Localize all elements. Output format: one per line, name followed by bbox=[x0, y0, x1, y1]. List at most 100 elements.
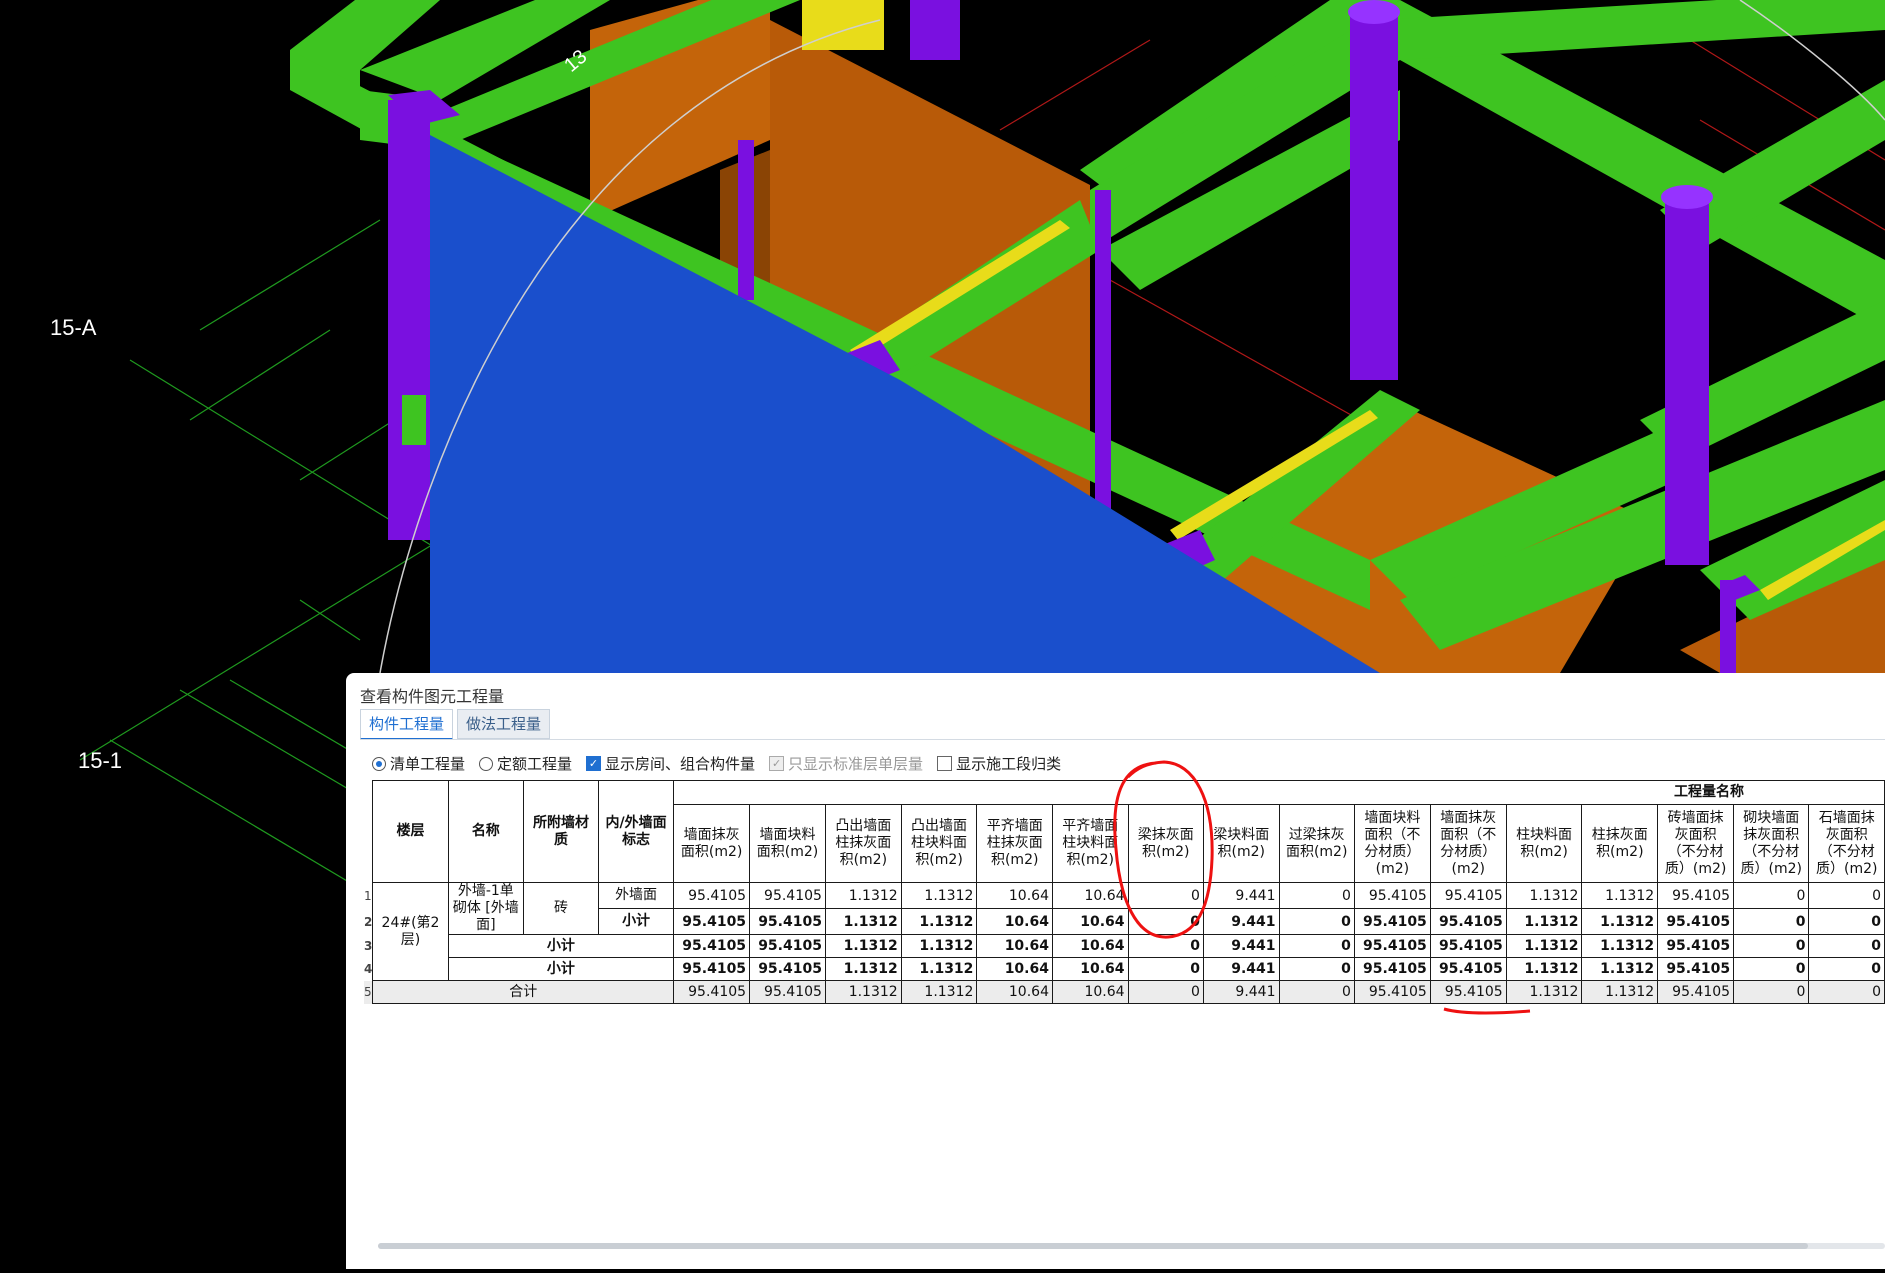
header-metric[interactable]: 梁抹灰面积(m2) bbox=[1127, 804, 1204, 883]
cell-value[interactable]: 0 bbox=[1127, 882, 1204, 909]
cell-value[interactable]: 95.4105 bbox=[673, 908, 751, 935]
cell-value[interactable]: 1.1312 bbox=[900, 957, 978, 981]
cell-value[interactable]: 95.4105 bbox=[749, 934, 826, 958]
cell-value[interactable]: 0 bbox=[1278, 980, 1355, 1004]
header-metric[interactable]: 过梁抹灰面积(m2) bbox=[1278, 804, 1355, 883]
cell-value[interactable]: 95.4105 bbox=[1429, 934, 1507, 958]
cell-value[interactable]: 10.64 bbox=[1051, 908, 1129, 935]
cell-value[interactable]: 95.4105 bbox=[749, 980, 826, 1004]
cell-value[interactable]: 9.441 bbox=[1202, 882, 1280, 909]
cell-value[interactable]: 95.4105 bbox=[749, 908, 826, 935]
header-metric[interactable]: 柱块料面积(m2) bbox=[1505, 804, 1583, 883]
cell-value[interactable]: 1.1312 bbox=[1581, 908, 1659, 935]
cell-value[interactable]: 1.1312 bbox=[824, 980, 902, 1004]
header-metric[interactable]: 砌块墙面抹灰面积（不分材质）(m2) bbox=[1733, 804, 1810, 883]
cell-value[interactable]: 1.1312 bbox=[1505, 957, 1583, 981]
cell-value[interactable]: 1.1312 bbox=[900, 980, 978, 1004]
radio-bill-quantity[interactable]: 清单工程量 bbox=[372, 753, 465, 774]
cell-value[interactable]: 0 bbox=[1733, 882, 1810, 909]
checkbox-show-room[interactable]: ✓ 显示房间、组合构件量 bbox=[586, 753, 755, 774]
cell-value[interactable]: 95.4105 bbox=[673, 882, 751, 909]
header-side[interactable]: 内/外墙面标志 bbox=[597, 780, 675, 883]
header-metric[interactable]: 墙面抹灰面积（不分材质）(m2) bbox=[1429, 804, 1507, 883]
quantity-table-wrap[interactable]: 楼层 名称 所附墙材质 内/外墙面标志 工程量名称 墙面抹灰面积(m2) 墙面块… bbox=[364, 780, 1885, 1250]
cell-value[interactable]: 0 bbox=[1278, 882, 1355, 909]
cell-value[interactable]: 1.1312 bbox=[1505, 980, 1583, 1004]
scrollbar-thumb[interactable] bbox=[378, 1243, 1808, 1249]
cell-value[interactable]: 0 bbox=[1127, 934, 1204, 958]
header-material[interactable]: 所附墙材质 bbox=[522, 780, 600, 883]
radio-quota-quantity[interactable]: 定额工程量 bbox=[479, 753, 572, 774]
tab-component-quantity[interactable]: 构件工程量 bbox=[360, 709, 454, 740]
cell-value[interactable]: 0 bbox=[1733, 957, 1810, 981]
cell-value[interactable]: 1.1312 bbox=[1581, 934, 1659, 958]
header-metric[interactable]: 凸出墙面柱块料面积(m2) bbox=[900, 804, 978, 883]
cell-value[interactable]: 9.441 bbox=[1202, 908, 1280, 935]
cell-value[interactable]: 0 bbox=[1127, 908, 1204, 935]
cell-value[interactable]: 0 bbox=[1278, 908, 1355, 935]
cell-name[interactable]: 外墙-1单砌体 [外墙面] bbox=[447, 882, 524, 935]
cell-value[interactable]: 0 bbox=[1733, 908, 1810, 935]
cell-value[interactable]: 1.1312 bbox=[1581, 957, 1659, 981]
cell-value[interactable]: 10.64 bbox=[1051, 882, 1129, 909]
cell-subtotal[interactable]: 小计 bbox=[447, 957, 675, 981]
header-metric[interactable]: 柱抹灰面积(m2) bbox=[1581, 804, 1659, 883]
cell-value[interactable]: 0 bbox=[1733, 980, 1810, 1004]
cell-value[interactable]: 1.1312 bbox=[824, 882, 902, 909]
cell-value[interactable]: 10.64 bbox=[976, 908, 1053, 935]
cell-value[interactable]: 1.1312 bbox=[900, 934, 978, 958]
cell-value[interactable]: 9.441 bbox=[1202, 980, 1280, 1004]
cell-value[interactable]: 95.4105 bbox=[1429, 957, 1507, 981]
header-metric[interactable]: 墙面块料面积(m2) bbox=[749, 804, 826, 883]
cell-value[interactable]: 0 bbox=[1808, 957, 1885, 981]
cell-value[interactable]: 10.64 bbox=[1051, 934, 1129, 958]
cell-value[interactable]: 10.64 bbox=[1051, 980, 1129, 1004]
cell-value[interactable]: 95.4105 bbox=[1429, 882, 1507, 909]
cell-value[interactable]: 95.4105 bbox=[1657, 908, 1735, 935]
checkbox-show-stage[interactable]: 显示施工段归类 bbox=[937, 753, 1061, 774]
table-row[interactable]: 3 小计 95.4105 95.4105 1.1312 1.1312 10.64 10.6… bbox=[364, 934, 1885, 958]
table-row[interactable]: 4 小计 95.4105 95.4105 1.1312 1.1312 10.64 10.6… bbox=[364, 957, 1885, 981]
cell-value[interactable]: 95.4105 bbox=[749, 882, 826, 909]
cell-value[interactable]: 1.1312 bbox=[900, 882, 978, 909]
cell-value[interactable]: 95.4105 bbox=[1657, 957, 1735, 981]
cell-value[interactable]: 95.4105 bbox=[1429, 908, 1507, 935]
cell-value[interactable]: 95.4105 bbox=[673, 957, 751, 981]
cell-value[interactable]: 10.64 bbox=[976, 957, 1053, 981]
header-metric[interactable]: 砖墙面抹灰面积（不分材质）(m2) bbox=[1657, 804, 1735, 883]
header-metric[interactable]: 墙面抹灰面积(m2) bbox=[673, 804, 751, 883]
cell-value[interactable]: 0 bbox=[1808, 980, 1885, 1004]
cell-value[interactable]: 0 bbox=[1808, 908, 1885, 935]
cell-material[interactable]: 砖 bbox=[522, 882, 600, 935]
cell-subtotal[interactable]: 小计 bbox=[447, 934, 675, 958]
cell-value[interactable]: 95.4105 bbox=[1657, 980, 1735, 1004]
cell-value[interactable]: 95.4105 bbox=[673, 980, 751, 1004]
cell-value[interactable]: 0 bbox=[1278, 934, 1355, 958]
cell-value[interactable]: 1.1312 bbox=[824, 934, 902, 958]
cell-value[interactable]: 10.64 bbox=[1051, 957, 1129, 981]
header-metric[interactable]: 平齐墙面柱块料面积(m2) bbox=[1051, 804, 1129, 883]
header-floor[interactable]: 楼层 bbox=[372, 780, 449, 883]
cell-value[interactable]: 1.1312 bbox=[1505, 908, 1583, 935]
cell-value[interactable]: 9.441 bbox=[1202, 934, 1280, 958]
cell-value[interactable]: 95.4105 bbox=[1353, 908, 1431, 935]
cell-total[interactable]: 合计 bbox=[372, 980, 675, 1004]
cell-value[interactable]: 95.4105 bbox=[1353, 934, 1431, 958]
cell-value[interactable]: 95.4105 bbox=[1353, 980, 1431, 1004]
cell-value[interactable]: 1.1312 bbox=[1581, 980, 1659, 1004]
cell-value[interactable]: 95.4105 bbox=[1353, 957, 1431, 981]
cell-value[interactable]: 95.4105 bbox=[749, 957, 826, 981]
cell-value[interactable]: 0 bbox=[1808, 934, 1885, 958]
header-metric[interactable]: 凸出墙面柱抹灰面积(m2) bbox=[824, 804, 902, 883]
header-metric[interactable]: 墙面块料面积（不分材质）(m2) bbox=[1353, 804, 1431, 883]
header-metric[interactable]: 平齐墙面柱抹灰面积(m2) bbox=[976, 804, 1053, 883]
cell-value[interactable]: 1.1312 bbox=[824, 908, 902, 935]
cell-value[interactable]: 10.64 bbox=[976, 980, 1053, 1004]
cell-side[interactable]: 外墙面 bbox=[597, 882, 675, 909]
cell-value[interactable]: 95.4105 bbox=[1657, 934, 1735, 958]
cell-value[interactable]: 10.64 bbox=[976, 934, 1053, 958]
cell-value[interactable]: 0 bbox=[1733, 934, 1810, 958]
header-name[interactable]: 名称 bbox=[447, 780, 524, 883]
cell-value[interactable]: 0 bbox=[1127, 957, 1204, 981]
table-row-total[interactable]: 5 合计 95.4105 95.4105 1.1312 1.1312 10.64 10.6… bbox=[364, 980, 1885, 1004]
